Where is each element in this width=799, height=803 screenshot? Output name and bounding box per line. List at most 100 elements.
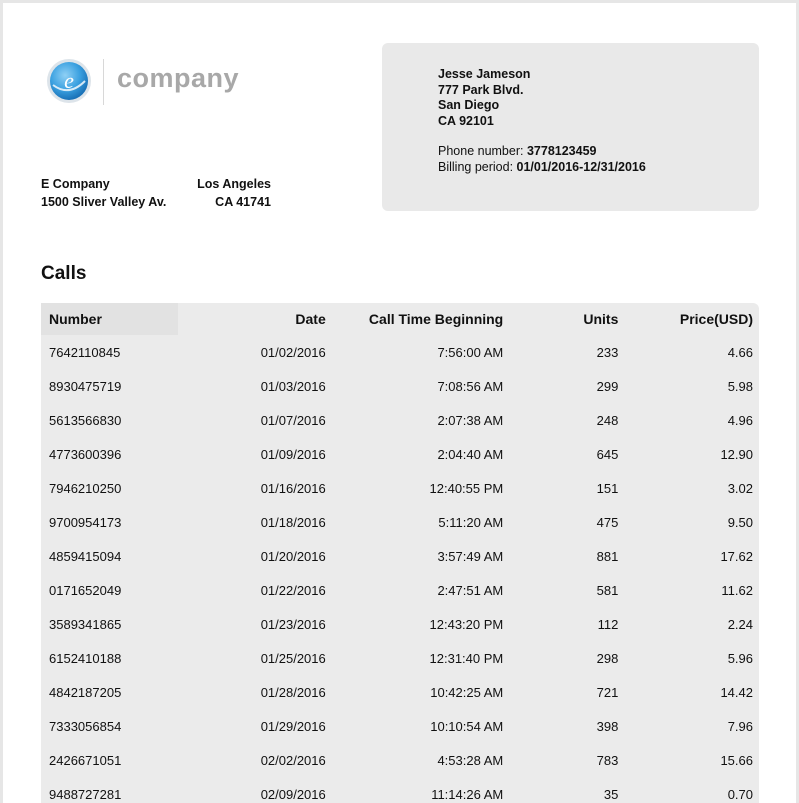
cell-price: 14.42 [720, 684, 753, 700]
table-row: 7333056854 01/29/2016 10:10:54 AM 398 7.96 [41, 709, 759, 743]
cell-price: 4.66 [727, 344, 753, 360]
cell-units: 233 [596, 344, 619, 360]
calls-table-body: 7642110845 01/02/2016 7:56:00 AM 233 4.66 893… [41, 335, 759, 803]
cell-units: 783 [596, 752, 619, 768]
cell-call-time: 7:08:56 AM [437, 378, 504, 394]
calls-table: Number Date Call Time Beginning Units Pr… [41, 303, 759, 803]
cell-date: 01/28/2016 [260, 684, 326, 700]
cell-price: 5.96 [727, 650, 753, 666]
header-date: Date [295, 311, 326, 327]
header-call-time: Call Time Beginning [368, 311, 504, 327]
cell-units: 248 [596, 412, 619, 428]
cell-number: 7642110845 [49, 344, 121, 360]
recipient-state-zip: CA 92101 [438, 113, 494, 128]
cell-number: 3589341865 [49, 616, 122, 632]
cell-call-time: 12:31:40 PM [429, 650, 504, 666]
cell-date: 01/22/2016 [260, 582, 326, 598]
cell-price: 7.96 [727, 718, 753, 734]
cell-date: 01/25/2016 [260, 650, 326, 666]
cell-call-time: 2:07:38 AM [437, 412, 504, 428]
cell-date: 01/16/2016 [260, 480, 326, 496]
cell-call-time: 12:43:20 PM [429, 616, 504, 632]
cell-date: 01/29/2016 [260, 718, 326, 734]
cell-date: 01/23/2016 [260, 616, 326, 632]
calls-table-header: Number Date Call Time Beginning Units Pr… [41, 303, 759, 335]
cell-units: 475 [596, 514, 619, 530]
cell-call-time: 10:10:54 AM [430, 718, 504, 734]
recipient-box: Jesse Jameson 777 Park Blvd. San Diego C… [382, 43, 759, 211]
logo-divider [103, 59, 104, 105]
cell-call-time: 4:53:28 AM [437, 752, 504, 768]
table-row: 4842187205 01/28/2016 10:42:25 AM 721 14.42 [41, 675, 759, 709]
company-logo-icon: e [47, 59, 91, 103]
cell-call-time: 12:40:55 PM [429, 480, 504, 496]
cell-units: 645 [596, 446, 619, 462]
cell-units: 299 [596, 378, 619, 394]
cell-call-time: 7:56:00 AM [437, 344, 504, 360]
table-row: 0171652049 01/22/2016 2:47:51 AM 581 11.62 [41, 573, 759, 607]
cell-price: 12.90 [720, 446, 753, 462]
sender-state-zip: CA 41741 [215, 195, 271, 209]
cell-price: 11.62 [721, 582, 753, 598]
table-row: 9700954173 01/18/2016 5:11:20 AM 475 9.50 [41, 505, 759, 539]
header-number: Number [41, 303, 178, 335]
cell-units: 112 [597, 616, 619, 632]
table-row: 3589341865 01/23/2016 12:43:20 PM 112 2.24 [41, 607, 759, 641]
company-logo-text: company [117, 63, 240, 93]
cell-price: 15.66 [720, 752, 753, 768]
cell-number: 7946210250 [49, 480, 122, 496]
table-row: 5613566830 01/07/2016 2:07:38 AM 248 4.96 [41, 403, 759, 437]
cell-units: 151 [596, 480, 619, 496]
cell-call-time: 2:47:51 AM [437, 582, 504, 598]
cell-date: 01/18/2016 [260, 514, 326, 530]
calls-table-container: Number Date Call Time Beginning Units Pr… [41, 303, 759, 803]
table-row: 4773600396 01/09/2016 2:04:40 AM 645 12.90 [41, 437, 759, 471]
table-row: 6152410188 01/25/2016 12:31:40 PM 298 5.96 [41, 641, 759, 675]
sender-city: Los Angeles [197, 177, 271, 191]
phone-line: Phone number: 3778123459 [438, 144, 646, 160]
table-row: 8930475719 01/03/2016 7:08:56 AM 299 5.98 [41, 369, 759, 403]
cell-call-time: 2:04:40 AM [437, 446, 504, 462]
recipient-address: Jesse Jameson 777 Park Blvd. San Diego C… [438, 67, 646, 175]
company-logo: e company [45, 57, 265, 107]
cell-number: 9488727281 [49, 786, 122, 802]
sender-street: 1500 Sliver Valley Av. [41, 195, 167, 209]
table-row: 7946210250 01/16/2016 12:40:55 PM 151 3.02 [41, 471, 759, 505]
cell-number: 8930475719 [49, 378, 122, 394]
cell-units: 35 [603, 786, 619, 802]
cell-units: 581 [596, 582, 619, 598]
phone-value: 3778123459 [526, 144, 597, 158]
cell-number: 4773600396 [49, 446, 122, 462]
cell-number: 9700954173 [49, 514, 122, 530]
cell-price: 2.24 [727, 616, 753, 632]
cell-price: 17.62 [720, 548, 753, 564]
billing-line: Billing period: 01/01/2016-12/31/2016 [438, 160, 646, 176]
cell-number: 4859415094 [49, 548, 122, 564]
recipient-name: Jesse Jameson [438, 67, 531, 81]
cell-date: 01/02/2016 [260, 344, 326, 360]
invoice-page: e company E Company Los Angeles 1500 Sli… [3, 3, 796, 803]
cell-number: 5613566830 [49, 412, 122, 428]
cell-date: 01/07/2016 [260, 412, 326, 428]
cell-date: 01/09/2016 [260, 446, 326, 462]
cell-call-time: 3:57:49 AM [437, 548, 504, 564]
cell-number: 6152410188 [49, 650, 122, 666]
cell-units: 298 [596, 650, 619, 666]
sender-name: E Company [41, 177, 110, 191]
cell-number: 0171652049 [49, 582, 122, 598]
cell-price: 3.02 [727, 480, 753, 496]
header-units: Units [583, 311, 619, 327]
cell-units: 398 [596, 718, 619, 734]
table-row: 7642110845 01/02/2016 7:56:00 AM 233 4.66 [41, 335, 759, 369]
cell-call-time: 10:42:25 AM [430, 684, 504, 700]
cell-date: 01/03/2016 [260, 378, 326, 394]
cell-date: 01/20/2016 [260, 548, 326, 564]
cell-price: 9.50 [727, 514, 753, 530]
calls-section-title: Calls [41, 263, 87, 284]
cell-call-time: 11:14:26 AM [431, 786, 504, 802]
sender-address: E Company Los Angeles 1500 Sliver Valley… [41, 175, 271, 211]
cell-price: 5.98 [727, 378, 753, 394]
table-row: 2426671051 02/02/2016 4:53:28 AM 783 15.66 [41, 743, 759, 777]
phone-label: Phone number: [438, 144, 524, 158]
cell-units: 721 [596, 684, 619, 700]
